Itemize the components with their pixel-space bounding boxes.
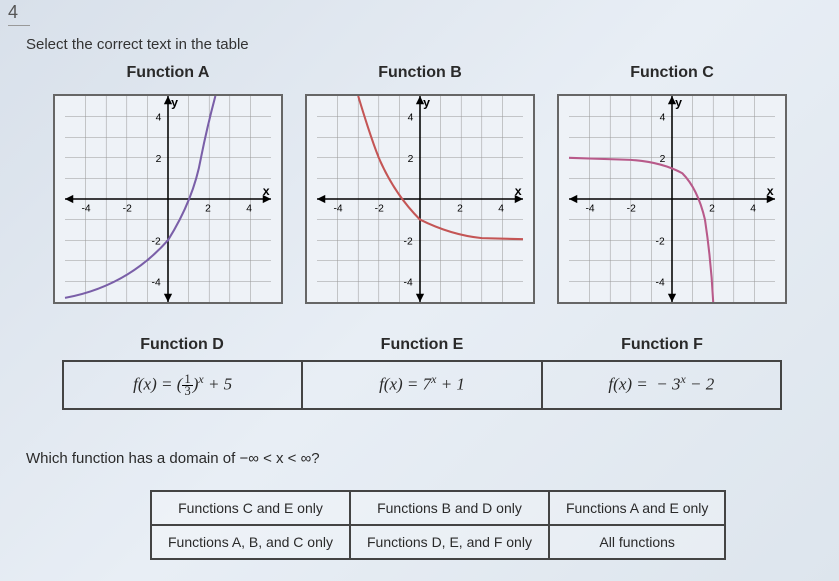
svg-text:4: 4 (660, 113, 666, 124)
answer-choice[interactable]: All functions (549, 525, 725, 559)
svg-text:4: 4 (498, 203, 504, 214)
svg-text:2: 2 (156, 154, 162, 165)
function-f-title: Function F (542, 330, 782, 360)
function-d-title: Function D (62, 330, 302, 360)
graph-a-column: Function A y x -4 -2 2 4 4 2 -2 (42, 64, 294, 304)
svg-text:-4: -4 (404, 278, 413, 289)
svg-text:-2: -2 (627, 203, 636, 214)
prompt-text: Select the correct text in the table (26, 36, 249, 53)
svg-text:-4: -4 (333, 203, 342, 214)
answer-choice[interactable]: Functions B and D only (350, 491, 549, 525)
svg-text:-4: -4 (81, 203, 90, 214)
svg-text:-4: -4 (585, 203, 594, 214)
svg-text:2: 2 (457, 203, 463, 214)
graph-c-column: Function C y x -4 -2 2 4 4 2 -2 (546, 64, 798, 304)
formula-row: Function D Function E Function F f(x) = … (62, 330, 782, 410)
svg-text:4: 4 (156, 113, 162, 124)
function-e-title: Function E (302, 330, 542, 360)
svg-text:x: x (767, 184, 774, 198)
svg-text:-2: -2 (404, 236, 413, 247)
svg-text:2: 2 (408, 154, 414, 165)
answer-choice[interactable]: Functions C and E only (151, 491, 350, 525)
answer-table: Functions C and E only Functions B and D… (150, 490, 726, 560)
domain-question: Which function has a domain of −∞ < x < … (26, 450, 320, 467)
svg-text:2: 2 (709, 203, 715, 214)
svg-text:-2: -2 (375, 203, 384, 214)
answer-choice[interactable]: Functions A and E only (549, 491, 725, 525)
svg-text:y: y (675, 96, 682, 109)
graph-b: y x -4 -2 2 4 4 2 -2 -4 (305, 94, 535, 304)
question-number: 4 (8, 2, 30, 26)
svg-text:4: 4 (408, 113, 414, 124)
graphs-row: Function A y x -4 -2 2 4 4 2 -2 (42, 64, 798, 304)
answer-choice[interactable]: Functions A, B, and C only (151, 525, 350, 559)
svg-text:4: 4 (246, 203, 252, 214)
answer-choice[interactable]: Functions D, E, and F only (350, 525, 549, 559)
svg-text:2: 2 (205, 203, 211, 214)
svg-text:x: x (515, 184, 522, 198)
graph-b-column: Function B y x -4 -2 2 4 4 2 -2 (294, 64, 546, 304)
svg-text:-4: -4 (152, 278, 161, 289)
function-f-formula: f(x) = − 3x − 2 (543, 362, 780, 408)
svg-text:y: y (423, 96, 430, 109)
graph-c-title: Function C (630, 64, 714, 86)
graph-c: y x -4 -2 2 4 4 2 -2 -4 (557, 94, 787, 304)
y-axis-label: y (171, 96, 178, 109)
function-d-formula: f(x) = (13)x + 5 (64, 362, 303, 408)
function-e-formula: f(x) = 7x + 1 (303, 362, 542, 408)
svg-text:-2: -2 (152, 236, 161, 247)
svg-text:2: 2 (660, 154, 666, 165)
svg-text:-4: -4 (656, 278, 665, 289)
svg-text:-2: -2 (656, 236, 665, 247)
curve-a (65, 96, 215, 298)
svg-text:4: 4 (750, 203, 756, 214)
graph-a: y x -4 -2 2 4 4 2 -2 -4 (53, 94, 283, 304)
svg-text:-2: -2 (123, 203, 132, 214)
x-axis-label: x (263, 184, 270, 198)
graph-a-title: Function A (127, 64, 210, 86)
curve-c (569, 158, 713, 302)
graph-b-title: Function B (378, 64, 462, 86)
